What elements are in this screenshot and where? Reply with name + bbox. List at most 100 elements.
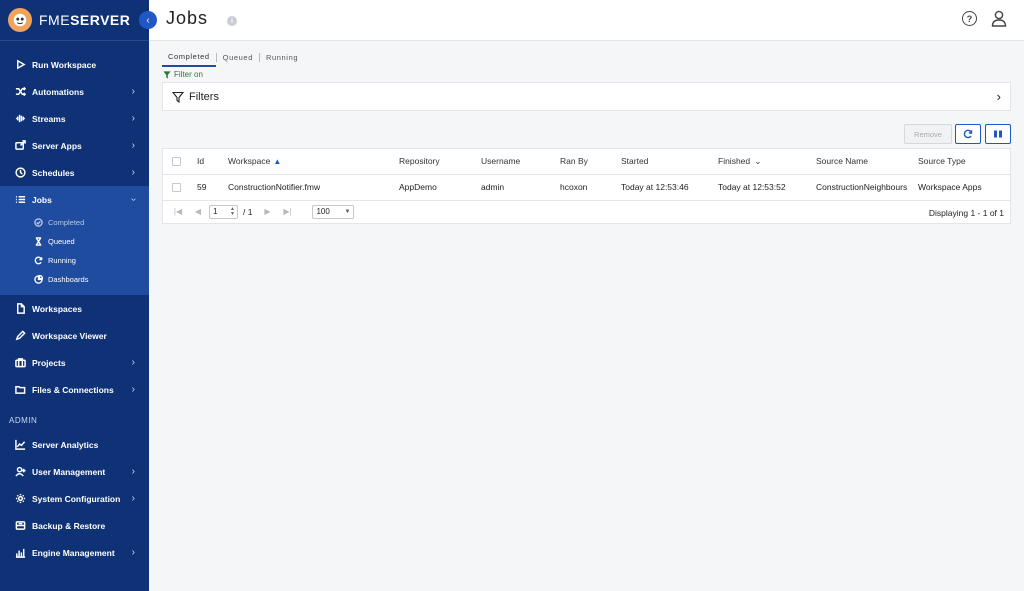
info-icon[interactable]: i bbox=[227, 16, 237, 26]
sidebar-item-automations[interactable]: Automations › bbox=[0, 78, 149, 105]
sidebar-item-label: Streams bbox=[32, 113, 66, 124]
filters-label: Filters bbox=[189, 90, 219, 103]
chevron-down-icon: ▼︎ bbox=[344, 208, 351, 215]
chevron-left-icon: ‹ bbox=[146, 14, 150, 26]
pie-chart-icon bbox=[33, 275, 43, 285]
sidebar-subitem-label: Completed bbox=[48, 218, 85, 227]
column-header-id[interactable]: Id bbox=[197, 149, 228, 175]
chevron-right-icon: › bbox=[131, 167, 135, 178]
display-count: Displaying 1 - 1 of 1 bbox=[928, 207, 1004, 218]
jobs-table: Id Workspace ▲︎ Repository Username Ran B… bbox=[162, 148, 1011, 224]
page-size-select[interactable]: 100 ▼︎ bbox=[312, 204, 355, 219]
sidebar-item-schedules[interactable]: Schedules › bbox=[0, 159, 149, 186]
filters-panel-toggle[interactable]: Filters › bbox=[162, 82, 1011, 111]
column-header-source-type[interactable]: Source Type bbox=[918, 149, 1010, 175]
sidebar-item-files-connections[interactable]: Files & Connections › bbox=[0, 376, 149, 403]
folder-icon bbox=[14, 384, 26, 396]
column-header-repository[interactable]: Repository bbox=[399, 149, 481, 175]
table-row[interactable]: 59 ConstructionNotifier.fmw AppDemo admi… bbox=[163, 174, 1010, 201]
last-page-icon[interactable]: ▶︎| bbox=[282, 207, 292, 216]
list-icon bbox=[14, 194, 26, 206]
chevron-right-icon: › bbox=[131, 140, 135, 151]
sidebar-subitem-dashboards[interactable]: Dashboards bbox=[0, 270, 149, 289]
pagination-bar: |◀︎ ◀︎ 1 ▲︎ ▼︎ / 1 ▶︎ ▶︎| 100 ▼︎ Displayi… bbox=[163, 201, 1010, 223]
sidebar-item-streams[interactable]: Streams › bbox=[0, 105, 149, 132]
row-checkbox[interactable] bbox=[172, 182, 181, 192]
hourglass-icon bbox=[33, 237, 43, 247]
column-header-source-name[interactable]: Source Name bbox=[816, 149, 918, 175]
chevron-right-icon: › bbox=[996, 89, 1001, 104]
column-header-username[interactable]: Username bbox=[481, 149, 560, 175]
sidebar-item-backup-restore[interactable]: Backup & Restore bbox=[0, 512, 149, 539]
sidebar-item-jobs[interactable]: Jobs › bbox=[0, 186, 149, 213]
first-page-icon[interactable]: |◀︎ bbox=[173, 207, 183, 216]
fme-logo bbox=[8, 8, 32, 32]
sidebar-item-system-configuration[interactable]: System Configuration › bbox=[0, 485, 149, 512]
sidebar-subitem-completed[interactable]: Completed bbox=[0, 213, 149, 232]
clock-icon bbox=[14, 167, 26, 179]
filter-on-label: Filter on bbox=[174, 70, 203, 79]
column-header-finished[interactable]: Finished ⌄ bbox=[718, 149, 816, 175]
tab-running[interactable]: Running bbox=[260, 53, 304, 66]
sort-descending-icon: ⌄ bbox=[754, 155, 762, 166]
cell-source-name: ConstructionNeighbours bbox=[816, 174, 918, 201]
stepper-icon[interactable]: ▲︎ ▼︎ bbox=[230, 206, 237, 217]
stream-icon bbox=[14, 113, 26, 125]
cell-started: Today at 12:53:46 bbox=[621, 174, 718, 201]
sidebar-item-workspace-viewer[interactable]: Workspace Viewer bbox=[0, 322, 149, 349]
check-circle-icon bbox=[33, 218, 43, 228]
prev-page-icon[interactable]: ◀︎ bbox=[193, 207, 203, 216]
sidebar-item-label: Run Workspace bbox=[32, 59, 97, 70]
cell-workspace: ConstructionNotifier.fmw bbox=[228, 174, 399, 201]
sidebar-item-user-management[interactable]: User Management › bbox=[0, 458, 149, 485]
sidebar-subitem-running[interactable]: Running bbox=[0, 251, 149, 270]
chevron-right-icon: › bbox=[131, 86, 135, 97]
columns-icon bbox=[994, 130, 1002, 138]
refresh-button[interactable] bbox=[955, 124, 981, 144]
page-number-input[interactable]: 1 ▲︎ ▼︎ bbox=[209, 204, 238, 219]
sidebar-item-server-apps[interactable]: Server Apps › bbox=[0, 132, 149, 159]
chevron-right-icon: › bbox=[131, 466, 135, 477]
sort-icon: ▲︎ bbox=[273, 157, 282, 167]
briefcase-icon bbox=[14, 357, 26, 369]
columns-button[interactable] bbox=[985, 124, 1011, 144]
chevron-down-icon: › bbox=[127, 197, 139, 202]
table-header-row: Id Workspace ▲︎ Repository Username Ran B… bbox=[163, 149, 1010, 175]
column-header-ran-by[interactable]: Ran By bbox=[560, 149, 621, 175]
column-header-started[interactable]: Started bbox=[621, 149, 718, 175]
sidebar-subitem-queued[interactable]: Queued bbox=[0, 232, 149, 251]
chevron-right-icon: › bbox=[131, 384, 135, 395]
remove-button[interactable]: Remove bbox=[904, 124, 952, 144]
page-size-value: 100 bbox=[316, 207, 330, 216]
server-apps-icon bbox=[14, 140, 26, 152]
refresh-icon bbox=[963, 129, 973, 139]
select-all-checkbox[interactable] bbox=[172, 156, 181, 166]
sidebar-item-label: Backup & Restore bbox=[32, 520, 106, 531]
collapse-sidebar-button[interactable]: ‹ bbox=[139, 11, 157, 29]
sidebar-item-workspaces[interactable]: Workspaces bbox=[0, 295, 149, 322]
sidebar-item-label: Files & Connections bbox=[32, 384, 114, 395]
brand: FMESERVER ‹ bbox=[0, 0, 157, 41]
sidebar-item-projects[interactable]: Projects › bbox=[0, 349, 149, 376]
tab-completed[interactable]: Completed bbox=[162, 52, 216, 67]
sidebar-item-label: Workspaces bbox=[32, 303, 82, 314]
page-number-value: 1 bbox=[213, 207, 218, 216]
sidebar-item-label: Schedules bbox=[32, 167, 75, 178]
chevron-right-icon: › bbox=[131, 493, 135, 504]
sidebar-item-label: Jobs bbox=[32, 194, 52, 205]
sidebar-item-run-workspace[interactable]: Run Workspace bbox=[0, 51, 149, 78]
sidebar-item-engine-management[interactable]: Engine Management › bbox=[0, 539, 149, 566]
brand-name: FMESERVER bbox=[39, 12, 131, 28]
sidebar-subitem-label: Queued bbox=[48, 237, 75, 246]
sidebar-item-server-analytics[interactable]: Server Analytics bbox=[0, 431, 149, 458]
cell-finished: Today at 12:53:52 bbox=[718, 174, 816, 201]
filter-on-indicator[interactable]: Filter on bbox=[163, 70, 203, 79]
help-icon[interactable]: ? bbox=[962, 11, 977, 26]
column-header-workspace[interactable]: Workspace ▲︎ bbox=[228, 149, 399, 175]
cell-username: admin bbox=[481, 174, 560, 201]
backup-icon bbox=[14, 520, 26, 532]
tab-queued[interactable]: Queued bbox=[217, 53, 259, 66]
next-page-icon[interactable]: ▶︎ bbox=[262, 207, 272, 216]
user-icon[interactable] bbox=[991, 10, 1007, 27]
sidebar-item-label: Server Analytics bbox=[32, 439, 99, 450]
